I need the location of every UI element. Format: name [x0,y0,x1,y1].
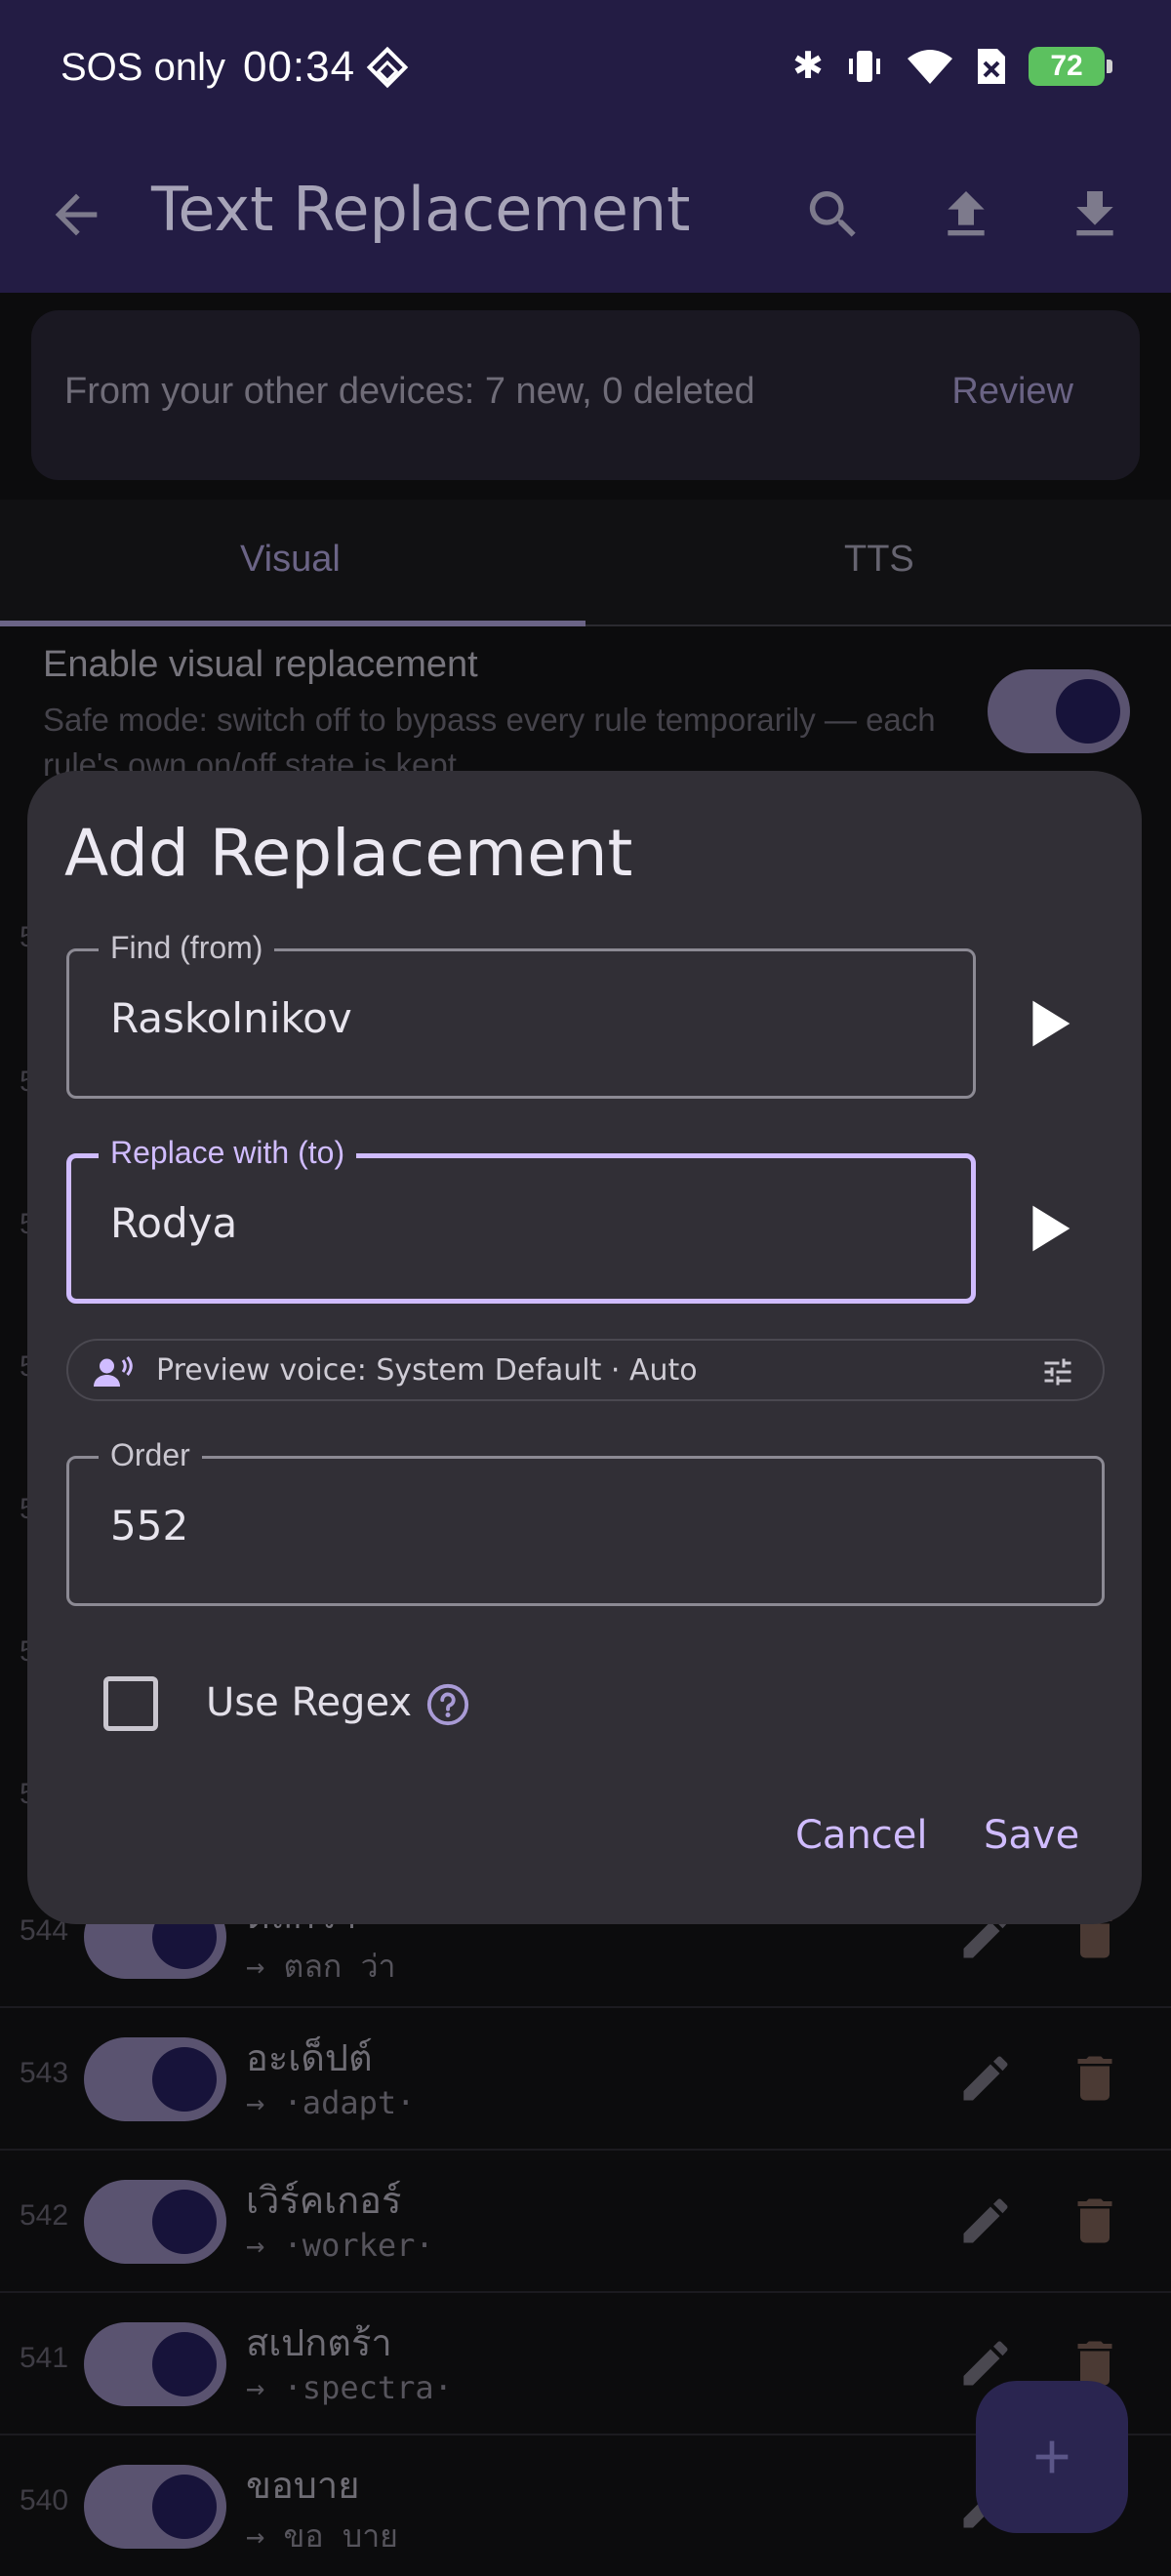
status-bar: SOS only 00:34 ✱ 72 [0,0,1171,146]
rule-to: → ·adapt· [246,2084,416,2121]
bluetooth-icon: ✱ [792,46,824,87]
review-button[interactable]: Review [951,371,1073,413]
find-field-value: Raskolnikov [110,994,352,1042]
wifi-icon [908,50,952,84]
help-icon[interactable] [425,1682,470,1727]
save-button[interactable]: Save [984,1813,1079,1858]
replace-field[interactable]: Replace with (to) Rodya [66,1135,976,1304]
search-icon[interactable] [802,183,865,246]
rule-from: อะเด็ปต์ [246,2038,373,2079]
rule-toggle[interactable] [84,2465,226,2549]
add-replacement-dialog: Add Replacement Find (from) Raskolnikov … [27,771,1142,1924]
tab-bar: Visual TTS [0,500,1171,626]
replace-field-label: Replace with (to) [99,1135,357,1171]
rule-from: เวิร์คเกอร์ [246,2181,402,2222]
rule-from: ขอบาย [246,2466,360,2507]
order-field-value: 552 [110,1502,189,1550]
tune-icon[interactable] [1040,1354,1075,1389]
play-replace-icon[interactable] [1013,1194,1081,1263]
use-regex-checkbox[interactable] [103,1676,158,1731]
enable-visual-toggle[interactable] [988,669,1130,753]
battery-indicator: 72 [1029,47,1112,86]
rule-order: 540 [20,2484,69,2516]
replace-field-value: Rodya [110,1199,238,1247]
rule-row[interactable]: 543 อะเด็ปต์ → ·adapt· [0,2008,1171,2151]
cancel-button[interactable]: Cancel [795,1813,928,1858]
plus-icon [1035,2440,1069,2474]
order-field-label: Order [99,1437,202,1473]
toggle-knob [1056,679,1120,744]
clock: 00:34 [242,43,356,91]
rule-row[interactable]: 542 เวิร์คเกอร์ → ·worker· [0,2151,1171,2293]
order-field[interactable]: Order 552 [66,1437,1105,1606]
page-title: Text Replacement [151,174,691,245]
rule-to: → ตลก ว่า [246,1948,396,1985]
rule-from: สเปกตร้า [246,2323,392,2364]
tab-indicator [0,621,586,626]
preview-voice-text: Preview voice: System Default · Auto [156,1353,698,1388]
download-icon[interactable] [1064,183,1126,246]
find-field[interactable]: Find (from) Raskolnikov [66,930,976,1099]
toggle-knob [152,2332,217,2396]
tab-tts[interactable]: TTS [844,539,914,581]
toggle-knob [152,2190,217,2254]
delete-icon[interactable] [1066,2192,1124,2250]
upload-icon[interactable] [935,183,997,246]
rule-toggle[interactable] [84,2322,226,2406]
edit-icon[interactable] [956,2192,1015,2250]
toggle-knob [152,2047,217,2112]
add-rule-fab[interactable] [976,2381,1128,2533]
rule-order: 542 [20,2199,69,2232]
delete-icon[interactable] [1066,2049,1124,2108]
no-sim-icon [978,49,1005,84]
find-field-label: Find (from) [99,930,275,966]
rule-to: → ·spectra· [246,2369,453,2406]
voice-person-icon [94,1356,133,1387]
back-arrow-icon[interactable] [45,183,107,246]
rule-toggle[interactable] [84,2037,226,2121]
play-find-icon[interactable] [1013,989,1081,1058]
tab-visual[interactable]: Visual [240,539,341,581]
dialog-title: Add Replacement [64,816,633,891]
use-regex-label[interactable]: Use Regex [206,1680,412,1725]
preview-voice-chip[interactable]: Preview voice: System Default · Auto [66,1339,1105,1401]
rule-order: 543 [20,2057,69,2089]
rule-order: 541 [20,2342,69,2374]
rule-toggle[interactable] [84,2180,226,2264]
location-diamond-icon [366,46,409,89]
app-bar: Text Replacement [0,146,1171,293]
edit-icon[interactable] [956,2049,1015,2108]
toggle-knob [152,2475,217,2539]
vibrate-icon [849,51,880,82]
enable-visual-title: Enable visual replacement [43,644,478,685]
sync-banner: From your other devices: 7 new, 0 delete… [31,310,1140,480]
carrier-text: SOS only [61,45,225,89]
sync-banner-text: From your other devices: 7 new, 0 delete… [64,371,755,412]
rule-to: → ขอ บาย [246,2517,398,2555]
rule-to: → ·worker· [246,2227,434,2264]
